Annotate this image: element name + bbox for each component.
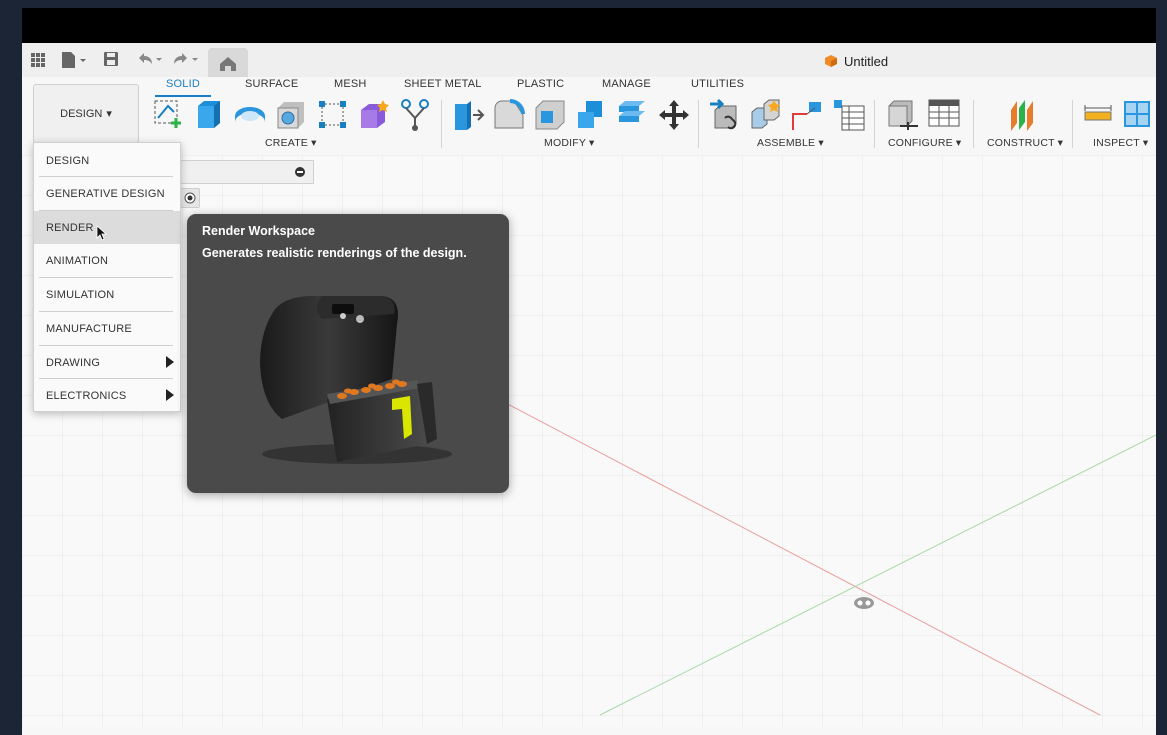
home-tab[interactable] — [208, 48, 248, 78]
assemble-group-label[interactable]: ASSEMBLE ▾ — [757, 137, 824, 149]
tooltip-description: Generates realistic renderings of the de… — [202, 246, 467, 260]
redo-icon[interactable] — [172, 51, 202, 67]
revolve-icon[interactable] — [233, 98, 267, 132]
toolbar-divider — [973, 100, 974, 148]
configure-group-label[interactable]: CONFIGURE ▾ — [888, 137, 961, 149]
tab-plastic[interactable]: PLASTIC — [517, 78, 564, 90]
menu-item-electronics[interactable]: ELECTRONICS — [34, 379, 180, 412]
file-menu-icon[interactable] — [60, 51, 90, 68]
caret-down-icon: ▾ — [106, 108, 112, 120]
as-built-joint-icon[interactable] — [791, 98, 825, 132]
document-title: Untitled — [844, 53, 889, 69]
home-icon — [220, 57, 236, 71]
create-group-label[interactable]: CREATE ▾ — [265, 137, 317, 149]
extrude-icon[interactable] — [192, 98, 226, 132]
offset-face-icon[interactable] — [615, 98, 649, 132]
render-workspace-tooltip: Render Workspace Generates realistic ren… — [187, 214, 509, 493]
configuration-table-icon[interactable] — [927, 98, 961, 132]
bill-of-materials-icon[interactable] — [832, 98, 866, 132]
fillet-icon[interactable] — [492, 98, 526, 132]
tab-solid[interactable]: SOLID — [166, 78, 200, 90]
new-component-icon[interactable] — [709, 98, 743, 132]
tab-utilities[interactable]: UTILITIES — [691, 78, 744, 90]
collapse-icon[interactable] — [295, 167, 305, 177]
workspace-menu: DESIGN GENERATIVE DESIGN RENDER ANIMATIO… — [33, 142, 181, 412]
document-tab[interactable]: Untitled — [824, 52, 888, 70]
combine-icon[interactable] — [574, 98, 608, 132]
title-bar — [22, 8, 1156, 43]
construct-group-label[interactable]: CONSTRUCT ▾ — [987, 137, 1063, 149]
move-copy-icon[interactable] — [657, 98, 691, 132]
shell-icon[interactable] — [533, 98, 567, 132]
menu-item-label: DRAWING — [46, 356, 101, 369]
toolbar-divider — [874, 100, 875, 148]
workspace-switcher-label: DESIGN — [60, 107, 103, 120]
create-sketch-icon[interactable] — [152, 98, 186, 132]
submenu-arrow-icon — [166, 389, 174, 401]
cube-icon — [825, 55, 837, 67]
menu-item-label: ELECTRONICS — [46, 389, 127, 402]
menu-item-label: MANUFACTURE — [46, 322, 132, 335]
menu-item-label: GENERATIVE DESIGN — [46, 187, 165, 200]
menu-item-generative-design[interactable]: GENERATIVE DESIGN — [34, 177, 180, 210]
tab-surface[interactable]: SURFACE — [245, 78, 298, 90]
mouse-cursor-icon — [96, 225, 108, 241]
toolbar-divider — [441, 100, 442, 148]
create-form-icon[interactable] — [357, 98, 391, 132]
toolbar-divider — [698, 100, 699, 148]
workspace-switcher-button[interactable]: DESIGN ▾ — [33, 84, 139, 143]
menu-item-label: RENDER — [46, 221, 94, 234]
menu-item-label: ANIMATION — [46, 254, 109, 267]
measure-icon[interactable] — [1083, 98, 1117, 132]
tab-mesh[interactable]: MESH — [334, 78, 367, 90]
tab-sheet-metal[interactable]: SHEET METAL — [404, 78, 482, 90]
interference-icon[interactable] — [1123, 98, 1151, 132]
tab-manage[interactable]: MANAGE — [602, 78, 651, 90]
menu-item-manufacture[interactable]: MANUFACTURE — [34, 312, 180, 345]
modify-group-label[interactable]: MODIFY ▾ — [544, 137, 594, 149]
tooltip-title: Render Workspace — [202, 224, 316, 238]
menu-item-animation[interactable]: ANIMATION — [34, 244, 180, 277]
toolbar-divider — [1072, 100, 1073, 148]
radio-icon[interactable] — [180, 188, 200, 208]
active-tab-indicator — [155, 95, 211, 97]
menu-item-design[interactable]: DESIGN — [34, 144, 180, 177]
save-icon[interactable] — [103, 51, 119, 67]
submenu-arrow-icon — [166, 356, 174, 368]
rectangular-pattern-icon[interactable] — [316, 98, 350, 132]
inspect-group-label[interactable]: INSPECT ▾ — [1093, 137, 1148, 149]
menu-item-drawing[interactable]: DRAWING — [34, 346, 180, 379]
hole-icon[interactable] — [274, 98, 308, 132]
joint-icon[interactable] — [750, 98, 784, 132]
orbit-pivot-icon[interactable] — [853, 596, 875, 610]
derive-icon[interactable] — [398, 98, 432, 132]
browser-panel-header — [177, 160, 314, 184]
menu-item-label: SIMULATION — [46, 288, 115, 301]
app-grid-icon[interactable] — [30, 52, 46, 68]
offset-plane-icon[interactable] — [1007, 98, 1041, 132]
air-fryer-render-image — [260, 295, 452, 464]
menu-item-render[interactable]: RENDER — [34, 211, 180, 244]
press-pull-icon[interactable] — [451, 98, 485, 132]
configure-model-icon[interactable] — [886, 98, 920, 132]
undo-icon[interactable] — [136, 51, 166, 67]
menu-item-simulation[interactable]: SIMULATION — [34, 278, 180, 311]
menu-item-label: DESIGN — [46, 154, 90, 167]
